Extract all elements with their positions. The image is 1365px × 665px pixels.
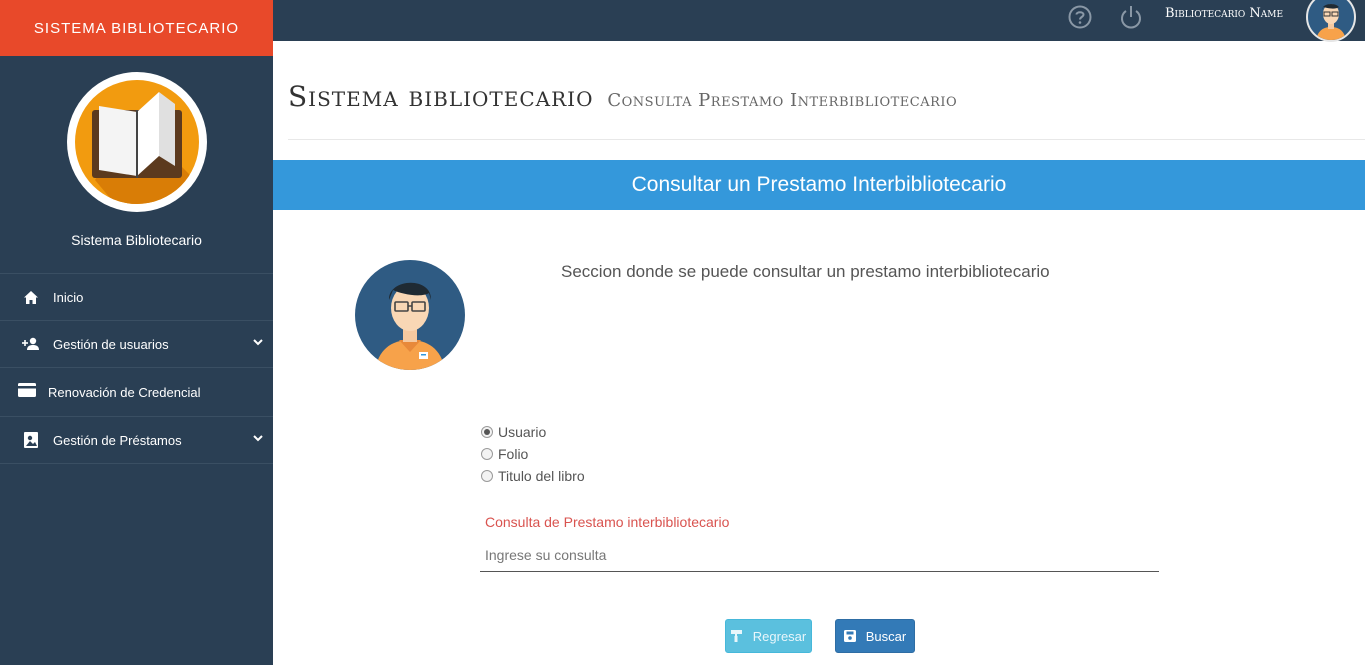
panel-header: Consultar un Prestamo Interbibliotecario <box>273 160 1365 210</box>
query-field-label: Consulta de Prestamo interbibliotecario <box>485 514 730 530</box>
home-icon <box>22 288 40 306</box>
divider <box>288 139 1365 140</box>
page-subtitle: Consulta Prestamo Interbibliotecario <box>607 90 958 111</box>
search-type-radio-group: Usuario Folio Titulo del libro <box>480 421 585 487</box>
radio-label: Usuario <box>498 424 547 440</box>
paint-roller-icon <box>730 630 742 642</box>
librarian-avatar-icon <box>355 260 465 370</box>
sidebar-item-label: Renovación de Credencial <box>48 384 201 400</box>
floppy-disk-icon <box>843 630 856 642</box>
credit-card-icon <box>18 381 36 399</box>
section-description: Seccion donde se puede consultar un pres… <box>561 262 1050 281</box>
brand-title[interactable]: SISTEMA BIBLIOTECARIO <box>0 0 273 56</box>
photo-book-icon <box>22 431 40 449</box>
power-icon[interactable] <box>1118 4 1144 30</box>
sidebar-item-inicio[interactable]: Inicio <box>0 273 273 320</box>
back-button-label: Regresar <box>752 628 807 644</box>
radio-option-folio[interactable]: Folio <box>480 443 585 465</box>
sidebar-item-gestion-usuarios[interactable]: Gestión de usuarios <box>0 320 273 367</box>
radio-button[interactable] <box>481 448 493 460</box>
back-button[interactable]: Regresar <box>725 619 812 653</box>
page-title-main: Sistema bibliotecario <box>288 80 594 113</box>
sidebar-nav: Inicio Gestión de usuarios Renovación de… <box>0 273 273 464</box>
sidebar-item-label: Inicio <box>53 289 84 305</box>
radio-label: Titulo del libro <box>498 468 585 484</box>
sidebar: SISTEMA BIBLIOTECARIO Sistema Biblioteca… <box>0 0 273 665</box>
sidebar-item-label: Gestión de usuarios <box>53 336 169 352</box>
radio-button[interactable] <box>481 426 493 438</box>
sidebar-item-renovacion[interactable]: Renovación de Credencial <box>0 367 273 416</box>
query-input[interactable] <box>480 538 1159 572</box>
sidebar-item-gestion-prestamos[interactable]: Gestión de Préstamos <box>0 416 273 464</box>
sidebar-subtitle: Sistema Bibliotecario <box>71 232 202 248</box>
chevron-down-icon <box>253 339 263 346</box>
radio-option-usuario[interactable]: Usuario <box>480 421 585 443</box>
search-button-label: Buscar <box>865 628 907 644</box>
radio-button[interactable] <box>481 470 493 482</box>
help-icon[interactable] <box>1067 4 1093 30</box>
radio-option-titulo[interactable]: Titulo del libro <box>480 465 585 487</box>
sidebar-item-label: Gestión de Préstamos <box>53 432 182 448</box>
add-user-icon <box>22 335 40 353</box>
search-button[interactable]: Buscar <box>835 619 915 653</box>
chevron-down-icon <box>253 435 263 442</box>
page-title: Sistema bibliotecario Consulta Prestamo … <box>288 80 957 113</box>
radio-label: Folio <box>498 446 529 462</box>
top-navbar: Bibliotecario Name <box>273 0 1365 42</box>
user-name[interactable]: Bibliotecario Name <box>1165 6 1283 21</box>
avatar[interactable] <box>1306 0 1356 42</box>
book-logo-icon <box>67 72 207 212</box>
